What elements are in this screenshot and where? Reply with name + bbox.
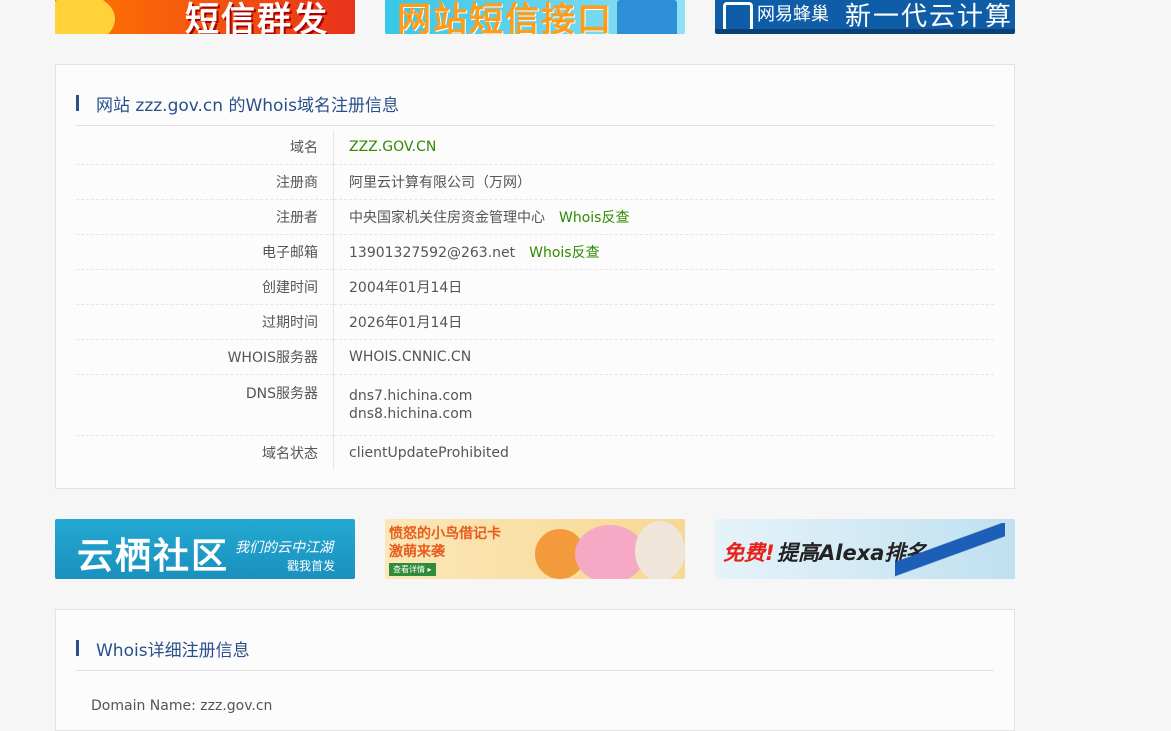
view-details-button[interactable]: 查看详情 ▸: [389, 563, 436, 576]
title-accent-bar: [76, 95, 79, 111]
row-label: 域名状态: [76, 435, 334, 470]
table-row: 过期时间 2026年01月14日: [76, 304, 994, 340]
registrant-reverse-whois-link[interactable]: Whois反查: [559, 210, 629, 226]
table-row: WHOIS服务器 WHOIS.CNNIC.CN: [76, 339, 994, 375]
panel-title: Whois详细注册信息: [96, 641, 250, 661]
whois-server-value: WHOIS.CNNIC.CN: [333, 339, 994, 375]
row-label: 注册者: [76, 199, 334, 235]
sms-group-send-banner[interactable]: 短信群发: [55, 0, 355, 34]
alexa-ranking-banner[interactable]: 免费! 提高Alexa排名: [715, 519, 1015, 579]
row-label: WHOIS服务器: [76, 339, 334, 375]
sms-api-banner[interactable]: 网站短信接口: [385, 0, 685, 34]
banner-title: 云栖社区: [77, 536, 230, 577]
email-value: 13901327592@263.net: [349, 245, 516, 261]
table-row: 创建时间 2004年01月14日: [76, 269, 994, 305]
row-label: 创建时间: [76, 269, 334, 305]
expiry-date-value: 2026年01月14日: [333, 304, 994, 340]
bird-white-icon: [635, 521, 685, 579]
banner-slogan: 新一代云计算: [845, 2, 1014, 32]
angry-birds-card-banner[interactable]: 愤怒的小鸟借记卡 激萌来袭 查看详情 ▸: [385, 519, 685, 579]
table-row: 注册者 中央国家机关住房资金管理中心 Whois反查: [76, 199, 994, 235]
banner-title: 愤怒的小鸟借记卡: [389, 526, 501, 542]
table-row: 电子邮箱 13901327592@263.net Whois反查: [76, 234, 994, 270]
panel-header: 网站 zzz.gov.cn 的Whois域名注册信息: [76, 91, 994, 126]
whois-info-panel: 网站 zzz.gov.cn 的Whois域名注册信息 域名 ZZZ.GOV.CN…: [55, 64, 1015, 489]
banner-subtitle: 我们的云中江湖: [235, 540, 333, 556]
created-date-value: 2004年01月14日: [333, 269, 994, 305]
registrar-value: 阿里云计算有限公司（万网）: [333, 164, 994, 200]
whois-detail-panel: Whois详细注册信息 Domain Name: zzz.gov.cn: [55, 609, 1015, 731]
table-row: DNS服务器 dns7.hichina.com dns8.hichina.com: [76, 374, 994, 436]
row-label: 过期时间: [76, 304, 334, 340]
cube-logo-icon: [723, 2, 753, 29]
table-row: 域名 ZZZ.GOV.CN: [76, 130, 994, 165]
banner-subtitle: 激萌来袭: [389, 544, 445, 560]
whois-raw-line: Domain Name: zzz.gov.cn: [91, 698, 273, 714]
whois-info-table: 域名 ZZZ.GOV.CN 注册商 阿里云计算有限公司（万网） 注册者 中央国家…: [76, 130, 994, 470]
envelope-icon: [617, 0, 677, 34]
panel-title: 网站 zzz.gov.cn 的Whois域名注册信息: [96, 96, 400, 116]
banner-text: 短信群发: [185, 0, 329, 34]
row-label: 注册商: [76, 164, 334, 200]
row-label: 电子邮箱: [76, 234, 334, 270]
banner-free-label: 免费!: [723, 541, 775, 565]
domain-name-link[interactable]: ZZZ.GOV.CN: [349, 139, 436, 155]
row-label: 域名: [76, 130, 334, 165]
panel-header: Whois详细注册信息: [76, 636, 994, 671]
banner-cta: 戳我首发: [287, 559, 336, 573]
growth-arrow-icon: [895, 523, 1005, 579]
dns-server-2: dns8.hichina.com: [349, 406, 473, 422]
row-label: DNS服务器: [76, 374, 334, 436]
table-row: 域名状态 clientUpdateProhibited: [76, 435, 994, 470]
title-accent-bar: [76, 640, 79, 656]
banner-brand: 网易蜂巢: [757, 4, 829, 25]
domain-status-value: clientUpdateProhibited: [349, 445, 509, 461]
email-reverse-whois-link[interactable]: Whois反查: [529, 245, 599, 261]
registrant-value: 中央国家机关住房资金管理中心: [349, 210, 545, 226]
banner-text: 网站短信接口: [397, 0, 613, 34]
netease-cloud-banner[interactable]: 网易蜂巢 新一代云计算: [715, 0, 1015, 34]
yunqi-community-banner[interactable]: 云栖社区 我们的云中江湖 戳我首发: [55, 519, 355, 579]
banner-decoration: [55, 0, 115, 34]
table-row: 注册商 阿里云计算有限公司（万网）: [76, 164, 994, 200]
dns-server-1: dns7.hichina.com: [349, 388, 473, 404]
